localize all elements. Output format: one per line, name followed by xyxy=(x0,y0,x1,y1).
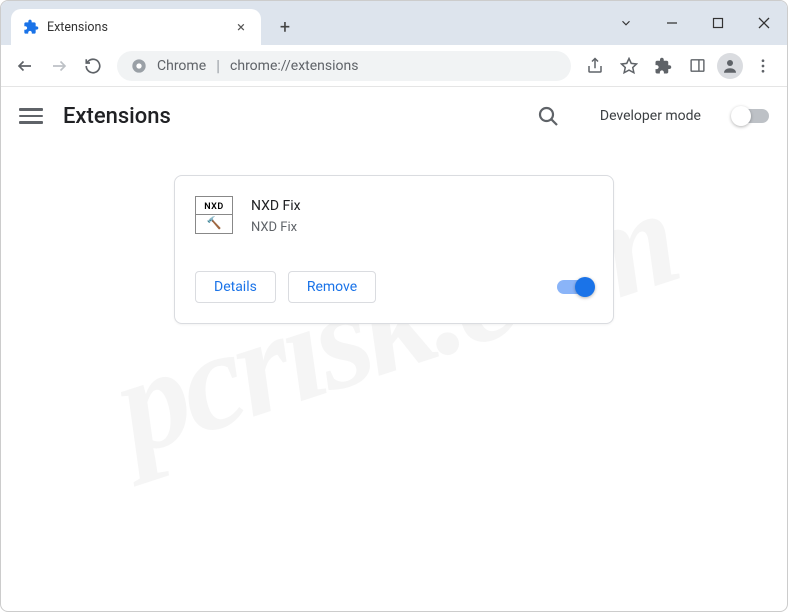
extensions-list: NXD 🔨 NXD Fix NXD Fix Details Remove xyxy=(1,145,787,324)
extension-description: NXD Fix xyxy=(251,220,301,235)
tab-search-button[interactable] xyxy=(603,3,649,43)
extension-name: NXD Fix xyxy=(251,198,301,214)
developer-mode-label: Developer mode xyxy=(600,108,701,124)
chrome-icon xyxy=(131,58,147,74)
bookmark-star-icon[interactable] xyxy=(613,50,645,82)
developer-mode-toggle[interactable] xyxy=(733,109,769,123)
address-bar[interactable]: Chrome | chrome://extensions xyxy=(117,51,571,81)
extensions-page-header: Extensions Developer mode xyxy=(1,87,787,145)
window-close-button[interactable] xyxy=(741,3,787,43)
window-minimize-button[interactable] xyxy=(649,3,695,43)
tab-title: Extensions xyxy=(47,20,233,35)
side-panel-icon[interactable] xyxy=(681,50,713,82)
browser-tab[interactable]: Extensions × xyxy=(11,9,261,45)
omnibox-url: chrome://extensions xyxy=(230,58,557,74)
extensions-puzzle-icon[interactable] xyxy=(647,50,679,82)
extension-enable-toggle[interactable] xyxy=(557,280,593,294)
extension-card: NXD 🔨 NXD Fix NXD Fix Details Remove xyxy=(174,175,614,324)
remove-button[interactable]: Remove xyxy=(288,271,376,303)
search-icon[interactable] xyxy=(536,104,560,128)
new-tab-button[interactable]: + xyxy=(271,13,299,41)
nav-reload-button[interactable] xyxy=(77,50,109,82)
extension-puzzle-icon xyxy=(23,19,39,35)
window-titlebar: Extensions × + xyxy=(1,1,787,45)
share-icon[interactable] xyxy=(579,50,611,82)
browser-toolbar: Chrome | chrome://extensions xyxy=(1,45,787,87)
tab-close-button[interactable]: × xyxy=(233,19,249,35)
profile-avatar[interactable] xyxy=(717,53,743,79)
nav-back-button[interactable] xyxy=(9,50,41,82)
details-button[interactable]: Details xyxy=(195,271,276,303)
extension-icon: NXD 🔨 xyxy=(195,196,233,234)
hammer-icon: 🔨 xyxy=(207,217,222,229)
main-menu-button[interactable] xyxy=(19,104,43,128)
omnibox-prefix: Chrome xyxy=(157,58,206,74)
omnibox-separator: | xyxy=(216,56,220,75)
page-title: Extensions xyxy=(63,104,171,129)
nav-forward-button[interactable] xyxy=(43,50,75,82)
window-maximize-button[interactable] xyxy=(695,3,741,43)
kebab-menu-icon[interactable] xyxy=(747,50,779,82)
